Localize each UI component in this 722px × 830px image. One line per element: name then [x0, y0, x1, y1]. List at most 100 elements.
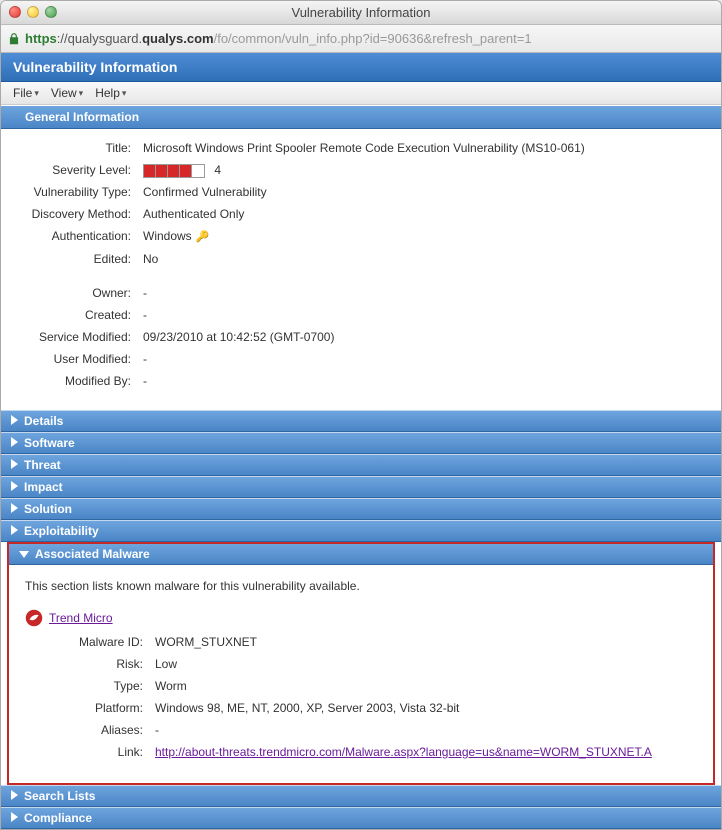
accordion-compliance[interactable]: Compliance	[1, 807, 721, 829]
url-host-pre: ://qualysguard.	[57, 31, 142, 46]
accordion-solution[interactable]: Solution	[1, 498, 721, 520]
label-title: Title:	[13, 139, 143, 157]
accordion-search-lists-label: Search Lists	[24, 789, 95, 803]
associated-malware-body: This section lists known malware for thi…	[9, 565, 713, 783]
label-malware-risk: Risk:	[25, 655, 155, 673]
label-owner: Owner:	[13, 284, 143, 302]
chevron-down-icon: ▾	[34, 88, 39, 99]
label-auth: Authentication:	[13, 227, 143, 246]
chevron-right-icon	[11, 436, 18, 450]
value-malware-type: Worm	[155, 677, 697, 695]
menu-help-label: Help	[95, 86, 120, 100]
trendmicro-link[interactable]: Trend Micro	[49, 611, 113, 625]
malware-intro: This section lists known malware for thi…	[25, 579, 697, 593]
severity-box	[180, 165, 192, 177]
severity-meter	[143, 164, 205, 178]
chevron-right-icon	[11, 524, 18, 538]
chevron-right-icon	[11, 480, 18, 494]
window-controls	[9, 6, 57, 18]
value-service-modified: 09/23/2010 at 10:42:52 (GMT-0700)	[143, 328, 709, 346]
menu-file-label: File	[13, 86, 32, 100]
label-discovery: Discovery Method:	[13, 205, 143, 223]
accordion-associated-malware[interactable]: Associated Malware	[9, 544, 713, 565]
severity-box	[192, 165, 204, 177]
label-created: Created:	[13, 306, 143, 324]
label-severity: Severity Level:	[13, 161, 143, 179]
page-title: Vulnerability Information	[1, 53, 721, 82]
url-path: /fo/common/vuln_info.php?id=90636&refres…	[214, 31, 532, 46]
chevron-right-icon	[11, 502, 18, 516]
close-icon[interactable]	[9, 6, 21, 18]
zoom-icon[interactable]	[45, 6, 57, 18]
general-information-body: Title:Microsoft Windows Print Spooler Re…	[1, 129, 721, 410]
chevron-right-icon	[11, 458, 18, 472]
label-edited: Edited:	[13, 250, 143, 268]
label-vuln-type: Vulnerability Type:	[13, 183, 143, 201]
window: Vulnerability Information https://qualys…	[0, 0, 722, 830]
accordion-details-label: Details	[24, 414, 63, 428]
accordion-details[interactable]: Details	[1, 410, 721, 432]
accordion-exploitability[interactable]: Exploitability	[1, 520, 721, 542]
chevron-down-icon: ▾	[79, 88, 84, 99]
value-title: Microsoft Windows Print Spooler Remote C…	[143, 139, 709, 157]
url-host: qualys.com	[142, 31, 214, 46]
url-scheme: https	[25, 31, 57, 46]
value-edited: No	[143, 250, 709, 268]
chevron-down-icon	[19, 547, 29, 561]
chevron-right-icon	[11, 414, 18, 428]
accordion-threat-label: Threat	[24, 458, 61, 472]
value-malware-aliases: -	[155, 721, 697, 739]
menu-view-label: View	[51, 86, 77, 100]
value-auth: Windows 🔑	[143, 227, 709, 246]
general-information-header: General Information	[1, 105, 721, 129]
severity-box	[168, 165, 180, 177]
accordion-associated-malware-label: Associated Malware	[35, 547, 150, 561]
value-created: -	[143, 306, 709, 324]
label-malware-platform: Platform:	[25, 699, 155, 717]
value-modified-by: -	[143, 372, 709, 390]
accordion-compliance-label: Compliance	[24, 811, 92, 825]
menu-file[interactable]: File▾	[13, 86, 39, 100]
label-malware-id: Malware ID:	[25, 633, 155, 651]
minimize-icon[interactable]	[27, 6, 39, 18]
value-owner: -	[143, 284, 709, 302]
severity-box	[144, 165, 156, 177]
value-vuln-type: Confirmed Vulnerability	[143, 183, 709, 201]
severity-number: 4	[214, 163, 221, 177]
accordion-search-lists[interactable]: Search Lists	[1, 785, 721, 807]
label-malware-aliases: Aliases:	[25, 721, 155, 739]
label-modified-by: Modified By:	[13, 372, 143, 390]
menu-help[interactable]: Help▾	[95, 86, 126, 100]
value-malware-id: WORM_STUXNET	[155, 633, 697, 651]
accordion-solution-label: Solution	[24, 502, 72, 516]
menu-bar: File▾ View▾ Help▾	[1, 82, 721, 105]
severity-box	[156, 165, 168, 177]
label-malware-link: Link:	[25, 743, 155, 761]
value-malware-platform: Windows 98, ME, NT, 2000, XP, Server 200…	[155, 699, 697, 717]
value-severity: 4	[143, 161, 709, 179]
accordion-impact-label: Impact	[24, 480, 63, 494]
accordion-impact[interactable]: Impact	[1, 476, 721, 498]
value-malware-risk: Low	[155, 655, 697, 673]
chevron-right-icon	[11, 811, 18, 825]
value-auth-text: Windows	[143, 229, 192, 243]
lock-icon	[7, 32, 21, 46]
label-malware-type: Type:	[25, 677, 155, 695]
value-user-modified: -	[143, 350, 709, 368]
value-malware-link[interactable]: http://about-threats.trendmicro.com/Malw…	[155, 745, 652, 759]
accordion-software[interactable]: Software	[1, 432, 721, 454]
chevron-right-icon	[11, 789, 18, 803]
label-service-modified: Service Modified:	[13, 328, 143, 346]
titlebar: Vulnerability Information	[1, 1, 721, 25]
accordion-exploitability-label: Exploitability	[24, 524, 99, 538]
label-user-modified: User Modified:	[13, 350, 143, 368]
window-title: Vulnerability Information	[292, 5, 431, 20]
accordion-software-label: Software	[24, 436, 75, 450]
associated-malware-section: Associated Malware This section lists kn…	[7, 542, 715, 785]
value-discovery: Authenticated Only	[143, 205, 709, 223]
address-bar[interactable]: https://qualysguard.qualys.com/fo/common…	[1, 25, 721, 53]
content: Vulnerability Information File▾ View▾ He…	[1, 53, 721, 829]
menu-view[interactable]: View▾	[51, 86, 83, 100]
accordion-threat[interactable]: Threat	[1, 454, 721, 476]
windows-key-icon: 🔑	[196, 231, 210, 243]
